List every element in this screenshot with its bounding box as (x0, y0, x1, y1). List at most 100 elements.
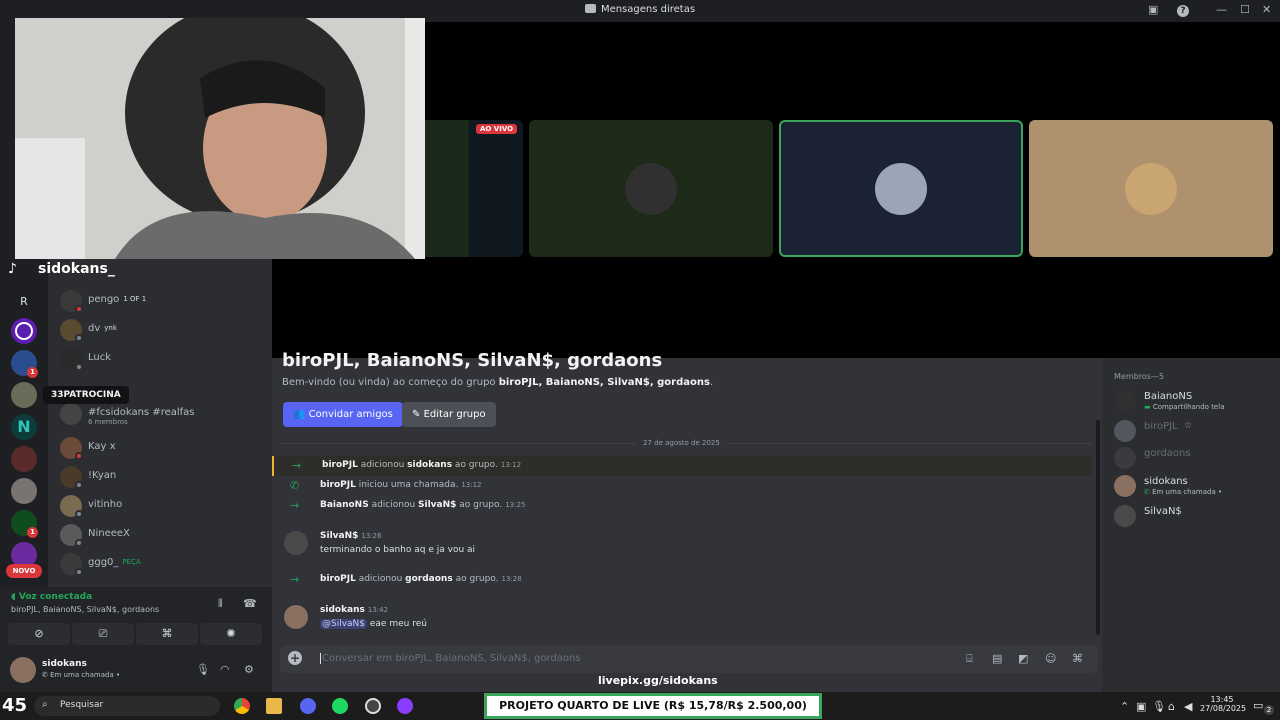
arrow-icon: → (290, 573, 300, 586)
tiktok-overlay: ♪ sidokans_ (6, 259, 146, 281)
spotify-icon[interactable] (332, 698, 348, 714)
call-icon: ✆ (1144, 488, 1153, 496)
taskbar-search[interactable]: ⌕ Pesquisar (34, 696, 220, 716)
notification-icon[interactable]: ▭ (1253, 699, 1263, 712)
member-item[interactable]: BaianoNS ▬ Compartilhando tela (1114, 388, 1274, 414)
dm-item[interactable]: Luck (60, 348, 270, 374)
noise-icon[interactable]: ⫴ (218, 597, 223, 611)
gif-icon[interactable]: ▤ (992, 652, 1002, 665)
clock[interactable]: 13:45 27/08/2025 (1200, 695, 1246, 713)
dm-item[interactable]: pengo 1 OF 1 (60, 290, 270, 316)
server-icon-4[interactable] (11, 446, 37, 472)
date-divider: 27 de agosto de 2025 (637, 439, 726, 447)
dm-item[interactable]: !Kyan (60, 466, 270, 492)
soundboard-button[interactable]: ✺ (200, 623, 262, 645)
webcam-overlay (15, 18, 425, 259)
member-list: Membros—5 BaianoNS ▬ Compartilhando tela … (1102, 358, 1280, 692)
tray-app-icon[interactable]: ▣ (1136, 700, 1146, 713)
message-avatar[interactable] (284, 605, 308, 629)
mention[interactable]: @SilvaN$ (320, 619, 368, 629)
headphones-icon[interactable]: ◠ (220, 663, 230, 676)
settings-gear-icon[interactable]: ⚙ (244, 663, 254, 676)
gift-icon[interactable]: ⌸ (966, 652, 973, 666)
sticker-icon[interactable]: ◩ (1018, 652, 1028, 665)
arrow-icon: → (292, 459, 302, 472)
minimize-button[interactable]: — (1216, 3, 1227, 16)
disconnect-icon[interactable]: ☎ (243, 597, 257, 610)
weather-number: 45 (2, 695, 28, 716)
inbox-icon[interactable]: ▣ (1148, 3, 1158, 16)
avatar (1114, 447, 1136, 469)
folder-icon[interactable] (266, 698, 282, 714)
scrollbar[interactable] (1096, 420, 1100, 635)
status-dot (75, 481, 83, 489)
system-message: → biroPJL adicionou gordaons ao grupo. 13:… (290, 573, 522, 586)
dm-item[interactable]: vitinho (60, 495, 270, 521)
member-item[interactable]: biroPJL ♔ (1114, 418, 1274, 444)
user-avatar[interactable] (10, 657, 36, 683)
participant-tile[interactable] (1029, 120, 1273, 257)
member-item[interactable]: gordaons (1114, 445, 1274, 471)
live-badge: AO VIVO (476, 124, 518, 134)
voice-channel[interactable]: biroPJL, BaianoNS, SilvaN$, gordaons (11, 605, 159, 614)
message-avatar[interactable] (284, 531, 308, 555)
screenshare-button[interactable]: ⎚ (72, 623, 134, 645)
message-text: @SilvaN$ eae meu reú (320, 619, 427, 629)
help-icon[interactable]: ? (1177, 5, 1189, 17)
server-badge: 1 (27, 527, 38, 538)
livepix-url: livepix.gg/sidokans (598, 674, 718, 687)
user-name: sidokans (42, 659, 87, 669)
screenshare-tile[interactable]: AO VIVO (424, 120, 523, 257)
dm-icon (584, 4, 596, 13)
search-text: Pesquisar (60, 700, 104, 710)
clan-tag: ynk (104, 324, 117, 332)
avatar (1114, 505, 1136, 527)
edit-group-button[interactable]: ✎ Editar grupo (402, 402, 496, 427)
network-icon[interactable]: ⌂ (1168, 700, 1175, 713)
server-r[interactable]: R (14, 292, 34, 312)
taskbar: 45 ⌕ Pesquisar PROJETO QUARTO DE LIVE (R… (0, 692, 1280, 720)
message-input-box[interactable]: + Conversar em biroPJL, BaianoNS, SilvaN… (280, 645, 1098, 673)
status-dot (75, 539, 83, 547)
app-icon[interactable] (397, 698, 413, 714)
dm-item[interactable]: ggg0_ PEÇA (60, 553, 270, 579)
close-button[interactable]: ✕ (1262, 3, 1271, 16)
window-title: Mensagens diretas (600, 4, 696, 15)
server-icon-5[interactable] (11, 478, 37, 504)
participant-tile-speaking[interactable] (779, 120, 1023, 257)
mic-icon[interactable]: 🎙 (196, 663, 210, 676)
server-icon-1[interactable] (11, 318, 37, 344)
member-item[interactable]: SilvaN$ (1114, 503, 1274, 529)
emoji-icon[interactable]: ☺ (1045, 652, 1056, 665)
status-dot (75, 334, 83, 342)
server-icon-n[interactable]: N (11, 414, 37, 440)
chrome-icon[interactable] (234, 698, 250, 714)
tiktok-handle: sidokans_ (38, 261, 115, 277)
tray-chevron-icon[interactable]: ⌃ (1120, 700, 1129, 713)
activity-button[interactable]: ⌘ (136, 623, 198, 645)
tray-mic-icon[interactable]: 🎙 (1152, 700, 1166, 713)
camera-off-button[interactable]: ⊘ (8, 623, 70, 645)
status-dot (75, 452, 83, 460)
obs-icon[interactable] (365, 698, 381, 714)
dm-item[interactable]: dv ynk (60, 319, 270, 345)
participant-tile[interactable] (529, 120, 773, 257)
dm-item[interactable]: Kay x (60, 437, 270, 463)
signal-icon: ◖ (11, 592, 19, 602)
apps-icon[interactable]: ⌘ (1072, 652, 1083, 665)
pencil-icon: ✎ (412, 409, 424, 420)
dm-item[interactable]: NineeeX (60, 524, 270, 550)
member-item[interactable]: sidokans ✆ Em uma chamada • (1114, 473, 1274, 499)
avatar (1114, 390, 1136, 412)
plus-icon[interactable]: + (288, 651, 302, 665)
message-text: terminando o banho aq e ja vou ai (320, 545, 476, 555)
maximize-button[interactable]: ☐ (1240, 3, 1250, 16)
message-input[interactable]: Conversar em biroPJL, BaianoNS, SilvaN$,… (320, 653, 581, 664)
avatar (1114, 475, 1136, 497)
server-icon-3[interactable] (11, 382, 37, 408)
volume-icon[interactable]: ◀ (1184, 700, 1192, 713)
discord-icon[interactable] (300, 698, 316, 714)
dm-item-group[interactable]: #fcsidokans #realfas 6 membros (60, 403, 270, 429)
participant-avatar (875, 162, 927, 215)
invite-friends-button[interactable]: 👥 Convidar amigos (283, 402, 403, 427)
